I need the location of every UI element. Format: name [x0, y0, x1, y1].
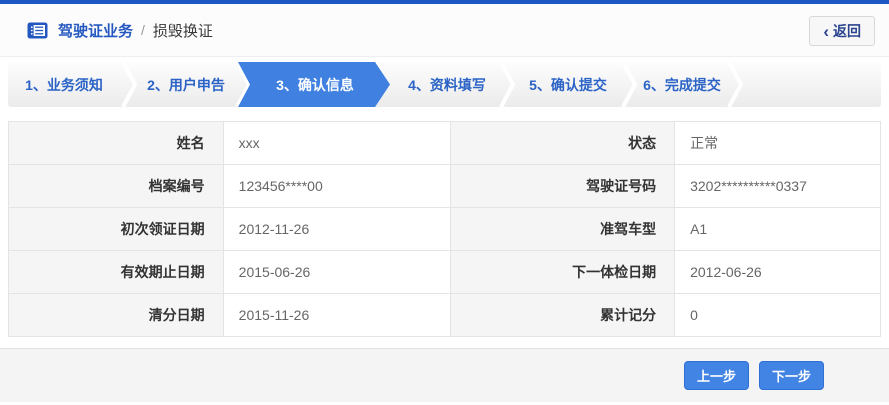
field-label: 状态: [450, 121, 676, 165]
field-value: 2015-06-26: [222, 250, 452, 294]
step-4-fill-materials[interactable]: 4、资料填写: [396, 62, 498, 107]
header: 驾驶证业务 / 损毁换证 ‹ 返回: [0, 4, 889, 57]
step-2-user-declaration[interactable]: 2、用户申告: [138, 62, 234, 107]
back-button-label: 返回: [833, 23, 861, 39]
step-nav-tail: [744, 62, 881, 107]
table-row: 档案编号 123456****00 驾驶证号码 3202**********03…: [8, 164, 881, 208]
license-list-icon: [27, 22, 48, 39]
previous-step-button[interactable]: 上一步: [683, 361, 749, 390]
back-button[interactable]: ‹ 返回: [809, 16, 875, 46]
field-value: 3202**********0337: [674, 164, 881, 208]
table-row: 初次领证日期 2012-11-26 准驾车型 A1: [8, 207, 881, 251]
step-separator-icon: [621, 62, 638, 107]
field-label: 初次领证日期: [8, 207, 224, 251]
field-label: 清分日期: [8, 293, 224, 337]
step-nav: 1、业务须知 2、用户申告 3、确认信息 4、资料填写 5、确认提交 6、完成提…: [8, 62, 881, 107]
field-value: xxx: [222, 121, 452, 165]
footer-action-bar: 上一步 下一步: [0, 348, 889, 402]
field-label: 下一体检日期: [450, 250, 676, 294]
field-value: 123456****00: [222, 164, 452, 208]
field-label: 姓名: [8, 121, 224, 165]
page: 驾驶证业务 / 损毁换证 ‹ 返回 1、业务须知 2、用户申告 3、确认信息 4…: [0, 0, 889, 405]
field-value: 2015-11-26: [222, 293, 452, 337]
table-row: 清分日期 2015-11-26 累计记分 0: [8, 293, 881, 337]
step-5-confirm-submit[interactable]: 5、确认提交: [516, 62, 620, 107]
chevron-left-icon: ‹: [823, 21, 829, 41]
step-separator-icon: [727, 62, 744, 107]
step-separator-icon: [499, 62, 516, 107]
step-1-business-notice[interactable]: 1、业务须知: [8, 62, 120, 107]
breadcrumb-divider: /: [141, 22, 145, 38]
table-row: 姓名 xxx 状态 正常: [8, 121, 881, 165]
step-3-confirm-info[interactable]: 3、确认信息: [238, 62, 390, 107]
field-value: 2012-06-26: [674, 250, 881, 294]
field-label: 档案编号: [8, 164, 224, 208]
field-value: A1: [674, 207, 881, 251]
page-title: 驾驶证业务: [58, 22, 134, 40]
field-value: 0: [674, 293, 881, 337]
field-label: 准驾车型: [450, 207, 676, 251]
table-row: 有效期止日期 2015-06-26 下一体检日期 2012-06-26: [8, 250, 881, 294]
license-info-table: 姓名 xxx 状态 正常 档案编号 123456****00 驾驶证号码 320…: [8, 121, 881, 337]
field-label: 累计记分: [450, 293, 676, 337]
field-label: 驾驶证号码: [450, 164, 676, 208]
breadcrumb-current: 损毁换证: [152, 22, 213, 40]
step-6-complete-submit[interactable]: 6、完成提交: [638, 62, 726, 107]
field-value: 2012-11-26: [222, 207, 452, 251]
next-step-button[interactable]: 下一步: [758, 361, 824, 390]
field-label: 有效期止日期: [8, 250, 224, 294]
step-separator-icon: [121, 62, 138, 107]
field-value: 正常: [674, 121, 881, 165]
